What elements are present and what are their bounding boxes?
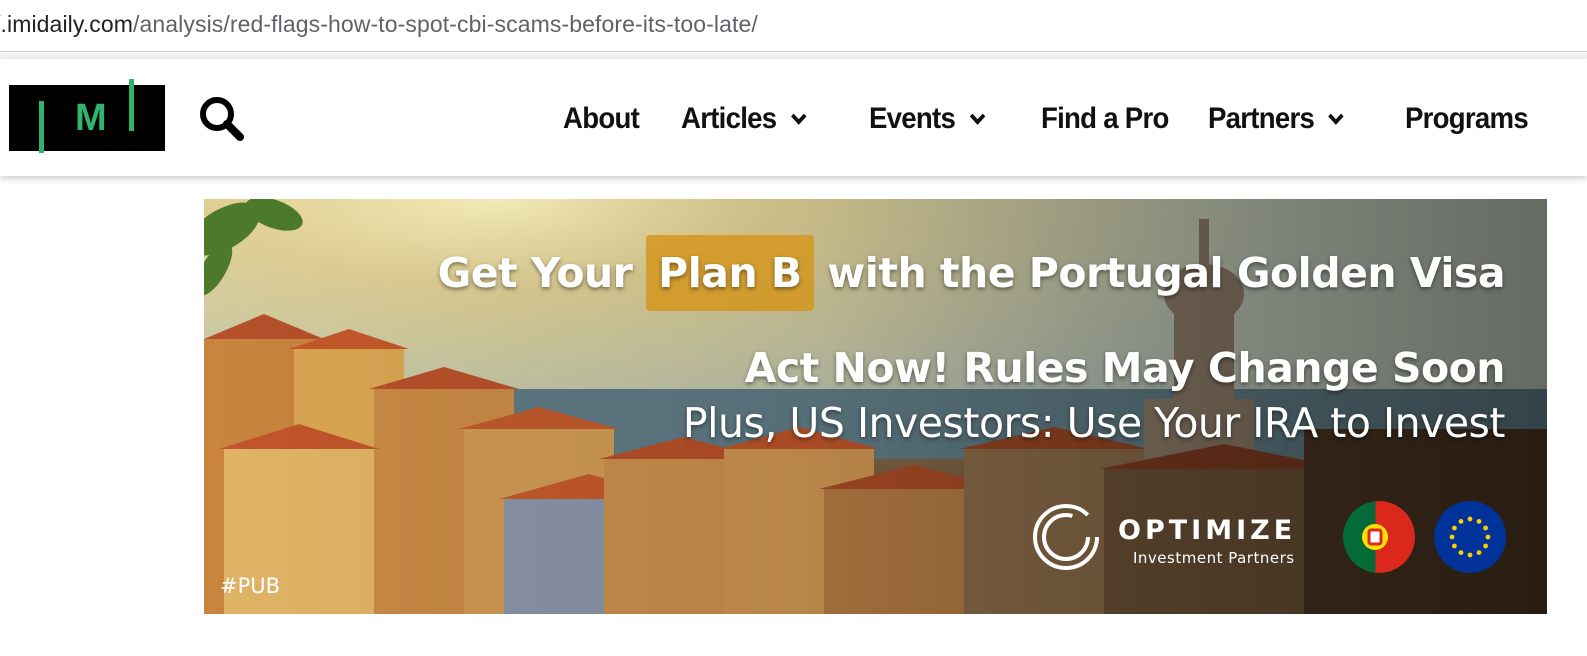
banner-subhead: Act Now! Rules May Change Soon xyxy=(744,344,1506,392)
main-nav: About Articles Events Find a Pro Partner… xyxy=(563,97,1545,141)
headline-post: with the Portugal Golden Visa xyxy=(813,249,1505,297)
nav-about-label: About xyxy=(563,102,640,135)
headline-pre: Get Your xyxy=(437,249,647,297)
chevron-down-icon xyxy=(1328,113,1344,125)
banner-tagline: Plus, US Investors: Use Your IRA to Inve… xyxy=(682,399,1506,447)
nav-programs-label: Programs xyxy=(1405,102,1529,135)
nav-programs[interactable]: Programs xyxy=(1405,102,1534,136)
portugal-flag-icon xyxy=(1343,501,1415,573)
search-icon[interactable] xyxy=(196,93,246,143)
brand-subtitle: Investment Partners xyxy=(1133,549,1295,567)
headline-highlight: Plan B xyxy=(646,235,814,311)
site-header: M About Articles Events Find a Pro Partn… xyxy=(0,59,1587,176)
nav-partners[interactable]: Partners xyxy=(1208,102,1389,136)
optimize-logo-icon xyxy=(1033,504,1099,570)
address-bar[interactable]: /.imidaily.com/analysis/red-flags-how-to… xyxy=(0,0,1587,52)
imi-logo[interactable]: M xyxy=(9,79,165,153)
nav-find-a-pro-label: Find a Pro xyxy=(1041,102,1169,135)
ad-tag: #PUB xyxy=(220,574,281,598)
logo-bar-right xyxy=(129,79,134,131)
chevron-down-icon xyxy=(969,113,985,125)
nav-events[interactable]: Events xyxy=(869,102,1027,136)
url-domain: /.imidaily.com xyxy=(0,11,133,37)
chevron-down-icon xyxy=(790,113,807,125)
eu-flag-icon xyxy=(1434,501,1506,573)
logo-letter: M xyxy=(75,97,107,139)
banner-headline: Get Your Plan B with the Portugal Golden… xyxy=(437,235,1506,311)
logo-bar-left xyxy=(39,101,44,153)
optimize-brand: OPTIMIZE Investment Partners xyxy=(1030,501,1300,573)
nav-about[interactable]: About xyxy=(563,102,672,136)
nav-find-a-pro[interactable]: Find a Pro xyxy=(1041,102,1195,136)
ad-banner[interactable]: Get Your Plan B with the Portugal Golden… xyxy=(204,199,1547,614)
nav-events-label: Events xyxy=(869,102,956,135)
nav-articles-label: Articles xyxy=(681,102,777,135)
url-path: /analysis/red-flags-how-to-spot-cbi-scam… xyxy=(133,11,758,37)
nav-articles[interactable]: Articles xyxy=(681,102,854,136)
url-text[interactable]: /.imidaily.com/analysis/red-flags-how-to… xyxy=(0,11,758,38)
brand-name: OPTIMIZE xyxy=(1118,515,1297,546)
nav-partners-label: Partners xyxy=(1208,102,1315,135)
